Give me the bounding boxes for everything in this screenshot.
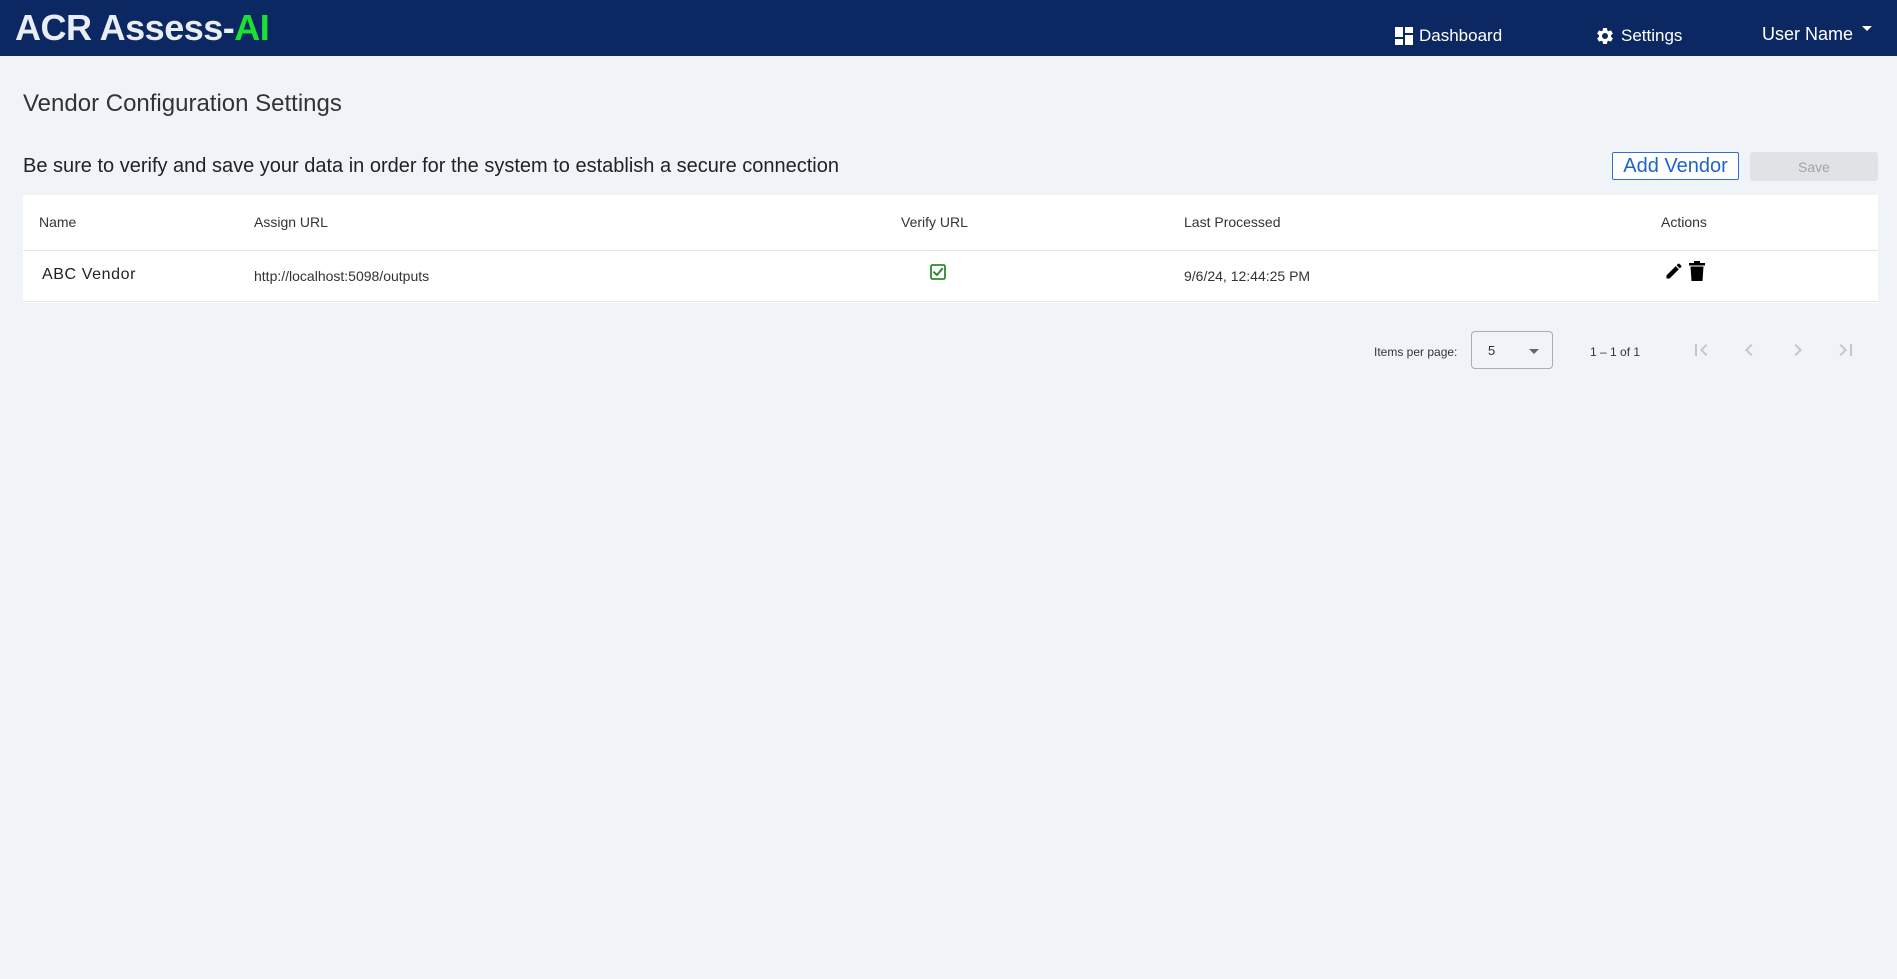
last-processed-cell: 9/6/24, 12:44:25 PM	[1184, 268, 1311, 284]
page-range-label: 1 – 1 of 1	[1590, 345, 1641, 359]
caret-down-icon	[1862, 25, 1873, 31]
column-header-actions: Actions	[1661, 214, 1707, 230]
chevron-right-icon[interactable]	[1786, 338, 1810, 362]
column-header-last-processed[interactable]: Last Processed	[1184, 214, 1281, 230]
vendor-name-cell: ABC Vendor	[42, 266, 137, 283]
column-header-verify-url[interactable]: Verify URL	[901, 214, 968, 230]
dashboard-icon	[1395, 27, 1413, 45]
brand-accent-text: AI	[234, 7, 270, 48]
column-header-assign-url[interactable]: Assign URL	[254, 214, 328, 230]
user-name-label: User Name	[1762, 23, 1854, 44]
page-size-value: 5	[1488, 343, 1496, 358]
nav-dashboard-link[interactable]: Dashboard	[1395, 24, 1502, 48]
brand-main-text: ACR Assess-	[15, 7, 235, 48]
chevron-left-icon[interactable]	[1737, 338, 1761, 362]
gear-icon	[1597, 27, 1613, 44]
column-header-name[interactable]: Name	[39, 214, 76, 230]
top-navbar: ACR Assess-AI Dashboard Settings User Na…	[0, 0, 1897, 56]
add-vendor-button[interactable]: Add Vendor	[1612, 152, 1739, 180]
row-divider	[23, 301, 1878, 302]
pencil-icon[interactable]	[1664, 261, 1684, 281]
items-per-page-label: Items per page:	[1374, 345, 1458, 359]
page-size-select[interactable]: 5	[1471, 331, 1553, 369]
security-notice-text: Be sure to verify and save your data in …	[23, 155, 839, 177]
trash-icon[interactable]	[1688, 261, 1706, 281]
table-row: ABC Vendor http://localhost:5098/outputs…	[23, 251, 1878, 302]
nav-dashboard-label: Dashboard	[1419, 26, 1503, 45]
nav-settings-link[interactable]: Settings	[1595, 24, 1682, 48]
user-menu-toggle[interactable]: User Name	[1762, 22, 1873, 46]
page-title: Vendor Configuration Settings	[23, 90, 342, 117]
paginator: Items per page: 5 1 – 1 of 1	[0, 330, 1897, 372]
nav-settings-label: Settings	[1621, 26, 1683, 45]
save-button[interactable]: Save	[1750, 152, 1878, 181]
vendor-table: Name Assign URL Verify URL Last Processe…	[23, 195, 1878, 303]
first-page-icon[interactable]	[1689, 338, 1713, 362]
assign-url-cell: http://localhost:5098/outputs	[254, 268, 430, 284]
checkbox-checked-icon[interactable]	[930, 264, 946, 280]
last-page-icon[interactable]	[1834, 338, 1858, 362]
dropdown-arrow-icon	[1529, 349, 1539, 354]
app-logo[interactable]: ACR Assess-AI	[15, 6, 270, 50]
